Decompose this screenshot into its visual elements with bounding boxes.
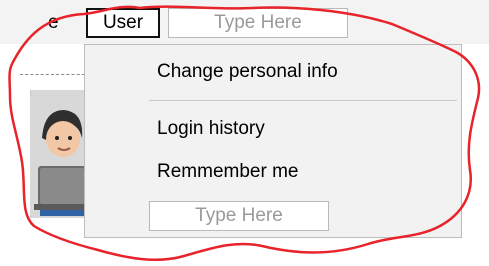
user-with-laptop-icon-graphic — [30, 96, 90, 216]
dashed-divider — [20, 74, 90, 75]
user-with-laptop-icon — [30, 96, 90, 216]
screenshot-canvas: e User Type Here Change personal info Lo… — [0, 0, 489, 266]
user-dropdown-menu: Change personal info Login history Remme… — [84, 44, 462, 238]
menu-item-change-personal-info[interactable]: Change personal info — [157, 61, 338, 83]
menu-type-here-input[interactable]: Type Here — [149, 201, 329, 231]
menu-item-remember-me[interactable]: Remmember me — [157, 161, 298, 183]
menubar-item-partial[interactable]: e — [48, 12, 59, 34]
user-menu[interactable]: User — [86, 8, 160, 38]
menu-item-login-history[interactable]: Login history — [157, 118, 265, 140]
menubar-type-here-input[interactable]: Type Here — [168, 8, 348, 38]
menu-separator — [149, 100, 457, 101]
menu-bar: e User Type Here — [0, 0, 489, 44]
